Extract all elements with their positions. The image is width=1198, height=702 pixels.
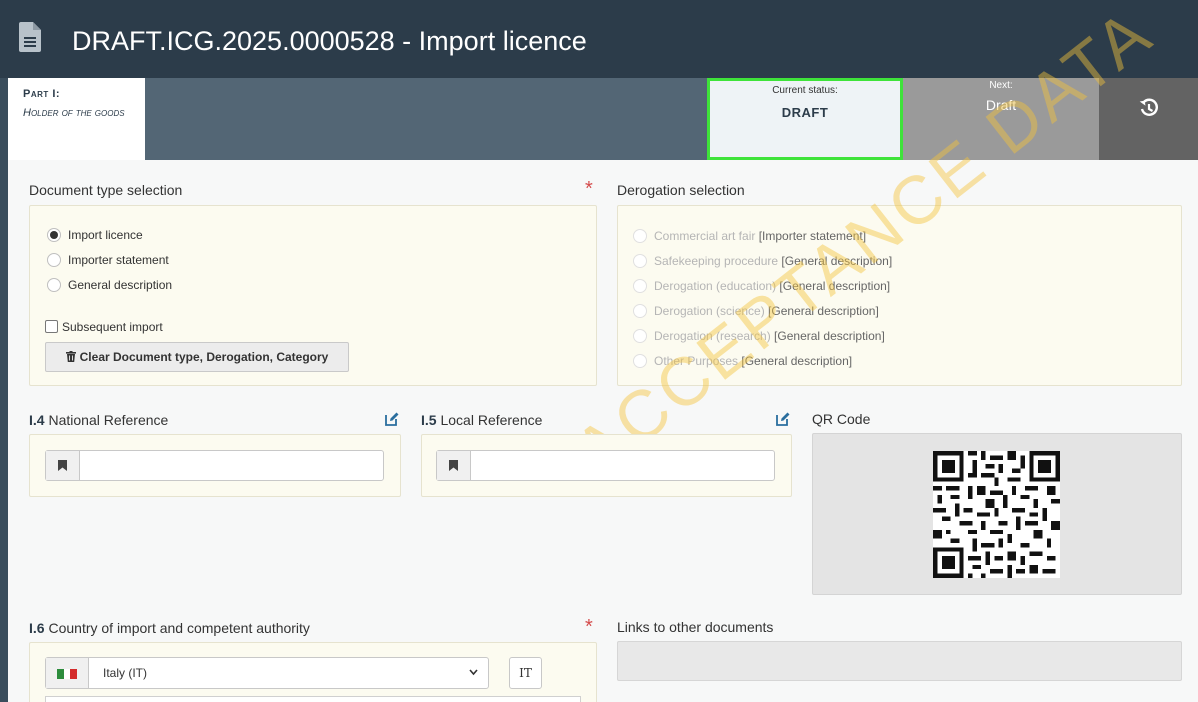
radio-importer-statement[interactable]: Importer statement bbox=[47, 252, 169, 268]
bookmark-icon bbox=[58, 460, 67, 471]
edit-icon[interactable] bbox=[385, 412, 399, 426]
current-status-label: Current status: bbox=[772, 85, 838, 96]
radio-button[interactable] bbox=[47, 277, 61, 292]
tab-part-1[interactable]: Part I: Holder of the goods bbox=[8, 78, 145, 160]
clear-document-type-button[interactable]: Clear Document type, Derogation, Categor… bbox=[45, 342, 349, 372]
radio-button[interactable] bbox=[633, 228, 647, 243]
part-subtitle: Holder of the goods bbox=[23, 107, 125, 119]
local-reference-input[interactable] bbox=[436, 450, 775, 481]
derogation-option: Derogation (education) bbox=[654, 279, 777, 293]
radio-button[interactable] bbox=[47, 227, 61, 242]
radio-button[interactable] bbox=[633, 303, 647, 318]
radio-button[interactable] bbox=[633, 253, 647, 268]
field-number: I.6 bbox=[29, 620, 45, 636]
field-label: Local Reference bbox=[440, 412, 543, 428]
history-icon bbox=[1139, 98, 1158, 116]
italy-flag-icon bbox=[57, 669, 78, 679]
checkbox[interactable] bbox=[45, 320, 58, 334]
page-title: DRAFT.ICG.2025.0000528 - Import licence bbox=[72, 26, 587, 56]
checkbox-label: Subsequent import bbox=[62, 320, 163, 334]
required-marker: * bbox=[585, 178, 593, 200]
history-button[interactable] bbox=[1099, 78, 1198, 160]
derogation-type: [General description] bbox=[776, 279, 891, 293]
radio-button[interactable] bbox=[633, 328, 647, 343]
part-title: Part I: bbox=[23, 88, 61, 100]
qr-code-label: QR Code bbox=[812, 411, 871, 427]
national-reference-input[interactable] bbox=[45, 450, 384, 481]
radio-derogation-research[interactable]: Derogation (research) [General descripti… bbox=[633, 328, 885, 344]
country-code-button[interactable]: IT bbox=[509, 657, 542, 689]
country-label: I.6 Country of import and competent auth… bbox=[29, 620, 310, 636]
required-marker: * bbox=[585, 616, 593, 638]
national-reference-label: I.4 National Reference bbox=[29, 412, 168, 428]
competent-authority-select[interactable] bbox=[45, 696, 581, 702]
country-selected-value: Italy (IT) bbox=[103, 666, 147, 680]
links-label: Links to other documents bbox=[617, 619, 774, 635]
radio-label: Importer statement bbox=[68, 253, 169, 267]
field-label: Country of import and competent authorit… bbox=[48, 620, 310, 636]
local-reference-label: I.5 Local Reference bbox=[421, 412, 542, 428]
radio-label: Import licence bbox=[68, 228, 143, 242]
edit-icon[interactable] bbox=[776, 412, 790, 426]
derogation-type: [Importer statement] bbox=[755, 229, 867, 243]
radio-general-description[interactable]: General description bbox=[47, 277, 173, 293]
field-label: National Reference bbox=[48, 412, 169, 428]
country-select[interactable]: Italy (IT) bbox=[45, 657, 489, 689]
radio-button[interactable] bbox=[633, 353, 647, 368]
chevron-down-icon bbox=[469, 669, 478, 676]
radio-safekeeping-procedure[interactable]: Safekeeping procedure [General descripti… bbox=[633, 253, 893, 269]
clear-button-label: Clear Document type, Derogation, Categor… bbox=[79, 350, 329, 364]
radio-derogation-education[interactable]: Derogation (education) [General descript… bbox=[633, 278, 891, 294]
document-icon bbox=[19, 22, 41, 52]
derogation-type: [General description] bbox=[764, 304, 879, 318]
derogation-type: [General description] bbox=[738, 354, 853, 368]
derogation-type: [General description] bbox=[770, 329, 885, 343]
current-status-value: DRAFT bbox=[781, 105, 829, 120]
radio-button[interactable] bbox=[633, 278, 647, 293]
radio-label: General description bbox=[68, 278, 173, 292]
derogation-type: [General description] bbox=[778, 254, 893, 268]
derogation-option: Other Purposes bbox=[654, 354, 739, 368]
radio-import-licence[interactable]: Import licence bbox=[47, 227, 143, 243]
derogation-option: Safekeeping procedure bbox=[654, 254, 779, 268]
subsequent-import-checkbox[interactable]: Subsequent import bbox=[45, 320, 163, 334]
left-stripe bbox=[0, 78, 8, 702]
qr-code-image bbox=[933, 451, 1060, 578]
derogation-option: Derogation (science) bbox=[654, 304, 765, 318]
derogation-option: Commercial art fair bbox=[654, 229, 756, 243]
links-field[interactable] bbox=[617, 641, 1182, 681]
bookmark-addon bbox=[46, 451, 80, 480]
next-status-label: Next: bbox=[989, 80, 1013, 91]
derogation-option: Derogation (research) bbox=[654, 329, 771, 343]
trash-icon bbox=[65, 351, 76, 363]
field-number: I.5 bbox=[421, 412, 437, 428]
radio-commercial-art-fair[interactable]: Commercial art fair [Importer statement] bbox=[633, 228, 867, 244]
field-number: I.4 bbox=[29, 412, 45, 428]
bookmark-addon bbox=[437, 451, 471, 480]
next-status-value: Draft bbox=[985, 97, 1017, 113]
derogation-label: Derogation selection bbox=[617, 182, 745, 198]
document-type-label: Document type selection bbox=[29, 182, 183, 198]
radio-button[interactable] bbox=[47, 252, 61, 267]
radio-derogation-science[interactable]: Derogation (science) [General descriptio… bbox=[633, 303, 879, 319]
next-status-button[interactable]: Next: Draft bbox=[903, 78, 1099, 160]
bookmark-icon bbox=[449, 460, 458, 471]
radio-other-purposes[interactable]: Other Purposes [General description] bbox=[633, 353, 853, 369]
flag-addon bbox=[46, 658, 89, 688]
current-status: Current status: DRAFT bbox=[707, 78, 903, 160]
header-bar: DRAFT.ICG.2025.0000528 - Import licence bbox=[0, 0, 1198, 78]
